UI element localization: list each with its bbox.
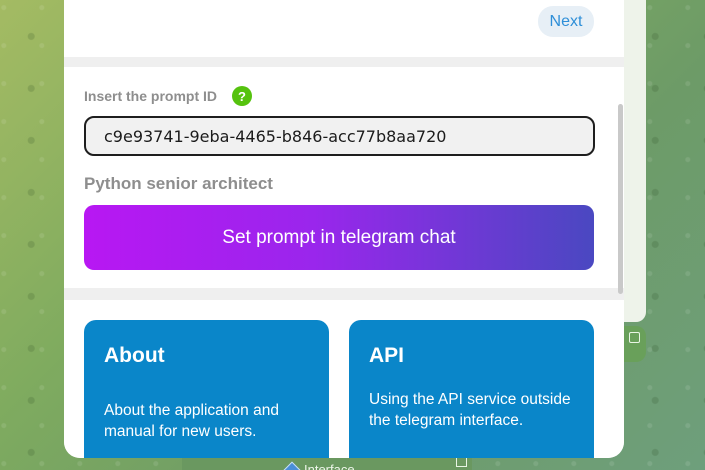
prompt-id-label: Insert the prompt ID (84, 88, 218, 104)
api-card-title: API (369, 344, 405, 367)
prompt-id-input[interactable] (84, 116, 595, 156)
about-card[interactable]: About About the application and manual f… (84, 320, 329, 458)
api-card[interactable]: API Using the API service outside the te… (349, 320, 594, 458)
interface-link[interactable]: Interface (283, 461, 355, 470)
api-card-description: Using the API service outside the telegr… (369, 391, 571, 429)
about-card-description: About the application and manual for new… (104, 402, 279, 440)
webapp-panel: Next Insert the prompt ID ? Python senio… (64, 0, 624, 458)
next-button[interactable]: Next (538, 6, 594, 37)
scrollbar[interactable] (618, 104, 623, 294)
help-icon[interactable]: ? (232, 86, 252, 106)
prompt-section: Insert the prompt ID ? Python senior arc… (64, 67, 624, 288)
diamond-icon (283, 461, 301, 470)
set-prompt-button[interactable]: Set prompt in telegram chat (84, 205, 594, 270)
square-icon (629, 332, 640, 343)
top-section: Next (64, 0, 624, 57)
interface-label: Interface (304, 462, 355, 470)
cards-section: About About the application and manual f… (64, 300, 624, 458)
about-card-title: About (104, 344, 165, 367)
square-icon (456, 458, 467, 467)
prompt-name: Python senior architect (84, 174, 273, 193)
